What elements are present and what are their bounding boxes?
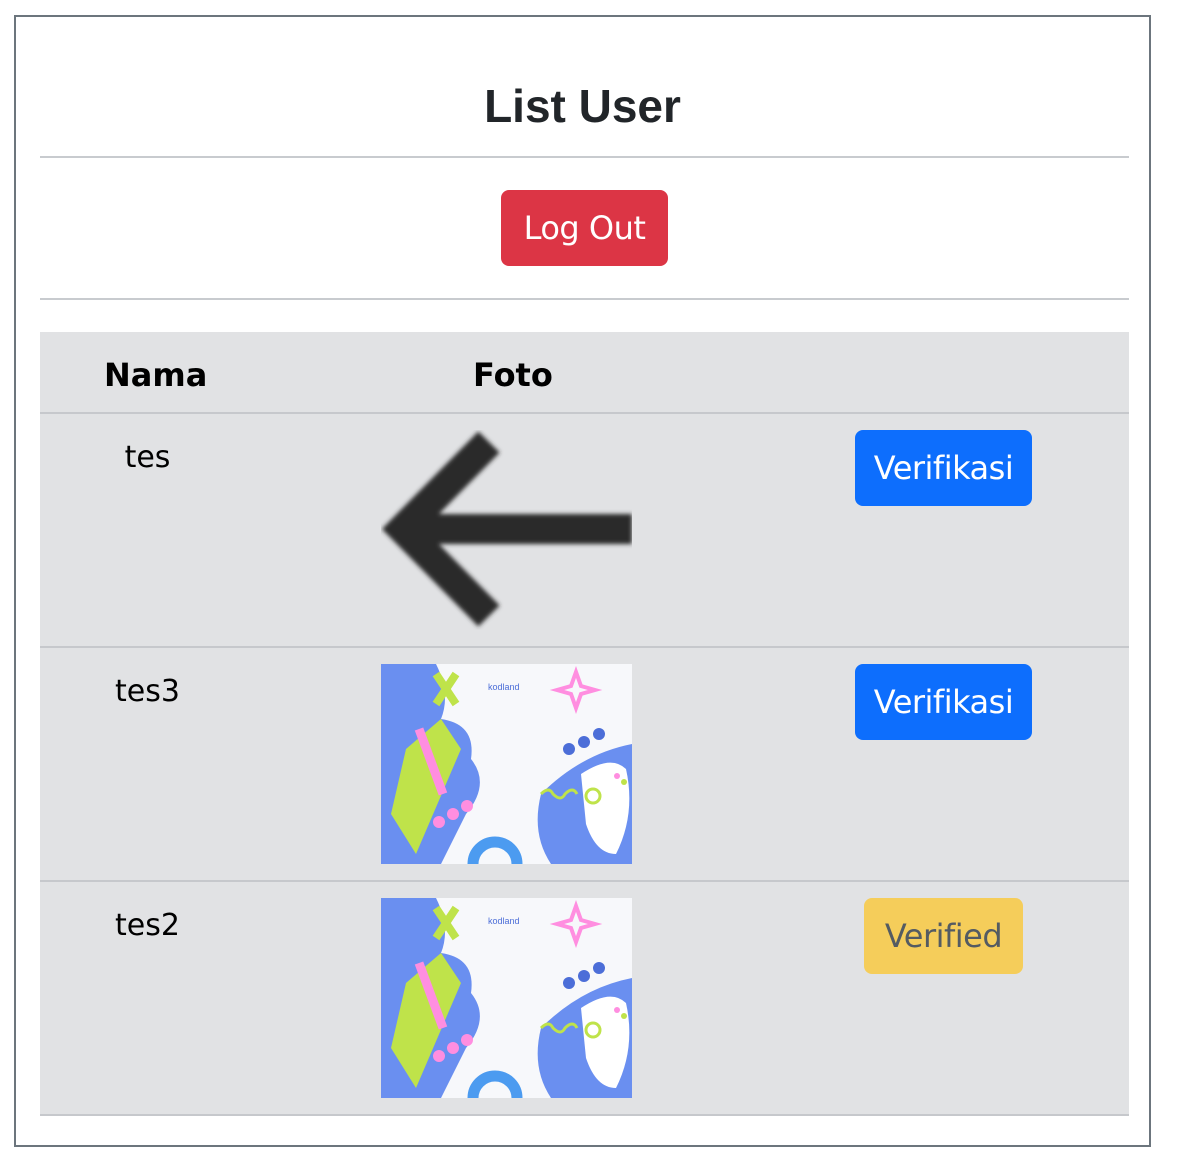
arrow-left-image xyxy=(381,430,632,630)
column-header-foto: Foto xyxy=(473,356,553,394)
page-title: List User xyxy=(484,80,681,132)
table-row: tes3 kodland Verifikasi xyxy=(40,648,1129,882)
user-name: tes2 xyxy=(115,908,180,943)
divider xyxy=(40,298,1129,300)
logout-button[interactable]: Log Out xyxy=(501,190,668,266)
user-name: tes3 xyxy=(115,674,180,709)
verified-button[interactable]: Verified xyxy=(864,898,1023,974)
list-user-card: List User Log Out Nama Foto tes Verifika… xyxy=(14,15,1151,1147)
kodland-banner-image: kodland xyxy=(381,898,632,1098)
kodland-caption: kodland xyxy=(488,916,520,926)
kodland-caption: kodland xyxy=(488,682,520,692)
table-row: tes2 kodland Verified xyxy=(40,882,1129,1116)
table-row: tes Verifikasi xyxy=(40,414,1129,648)
column-header-nama: Nama xyxy=(104,356,208,394)
verify-button[interactable]: Verifikasi xyxy=(855,664,1032,740)
user-table: Nama Foto tes Verifikasi tes3 kodland Ve… xyxy=(40,332,1129,1116)
divider xyxy=(40,156,1129,158)
user-name: tes xyxy=(124,440,171,475)
kodland-banner-image: kodland xyxy=(381,664,632,864)
table-header: Nama Foto xyxy=(40,332,1129,414)
verify-button[interactable]: Verifikasi xyxy=(855,430,1032,506)
